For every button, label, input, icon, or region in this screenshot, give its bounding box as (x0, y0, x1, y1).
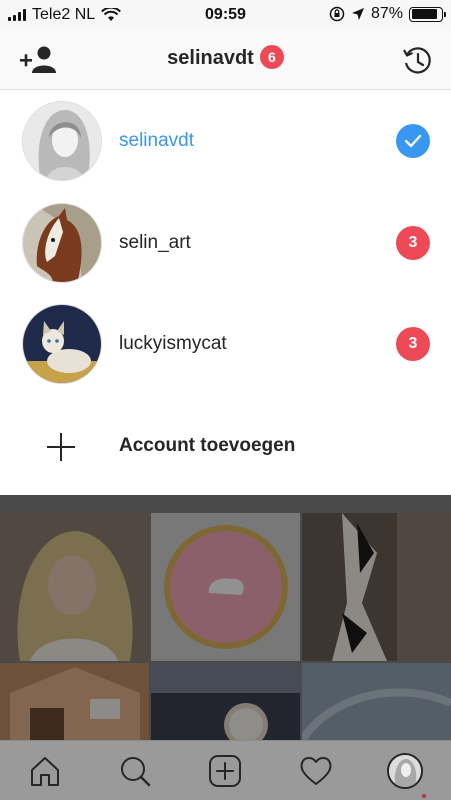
profile-notification-dot (422, 794, 426, 798)
home-icon[interactable] (27, 753, 63, 789)
bottom-tab-bar (0, 740, 451, 800)
avatar (22, 203, 102, 283)
battery-percent: 87% (370, 5, 403, 22)
unread-count-badge: 3 (396, 226, 430, 260)
page-title[interactable]: selinavdt 6 (0, 44, 451, 70)
account-username: selin_art (119, 232, 191, 253)
status-right: 87% (329, 5, 446, 23)
location-arrow-icon (351, 8, 364, 20)
search-icon[interactable] (117, 753, 153, 789)
current-username: selinavdt (167, 47, 254, 69)
archive-history-icon[interactable] (401, 44, 435, 78)
avatar (22, 304, 102, 384)
grid-photo (0, 513, 149, 661)
header: selinavdt 6 (0, 30, 451, 90)
orientation-lock-icon (329, 6, 345, 22)
account-row-luckyismycat[interactable]: luckyismycat 3 (0, 294, 451, 394)
activity-heart-icon[interactable] (298, 753, 334, 789)
profile-grid-dimmed[interactable] (0, 495, 451, 740)
account-row-selinavdt[interactable]: selinavdt (0, 91, 451, 191)
status-bar: Tele2 NL 09:59 87% (0, 0, 451, 30)
account-row-selin-art[interactable]: selin_art 3 (0, 192, 451, 292)
account-switcher: selinavdt selin_art 3 luckyismycat 3 Acc… (0, 91, 451, 495)
avatar (22, 101, 102, 181)
profile-avatar[interactable] (387, 753, 423, 789)
add-account-button[interactable]: Account toevoegen (0, 395, 451, 495)
grid-photo (302, 513, 451, 661)
add-account-label: Account toevoegen (119, 435, 296, 456)
unread-count-badge: 3 (396, 327, 430, 361)
account-username: luckyismycat (119, 333, 227, 354)
checkmark-icon (396, 124, 430, 158)
grid-photo (302, 663, 451, 740)
grid-photo (151, 663, 300, 740)
notification-badge: 6 (259, 44, 284, 69)
battery-icon (409, 6, 446, 22)
account-username: selinavdt (119, 130, 194, 151)
new-post-icon[interactable] (207, 753, 243, 789)
battery-fill (411, 9, 437, 19)
plus-icon (47, 433, 75, 461)
grid-photo (151, 513, 300, 661)
grid-photo (0, 663, 149, 740)
